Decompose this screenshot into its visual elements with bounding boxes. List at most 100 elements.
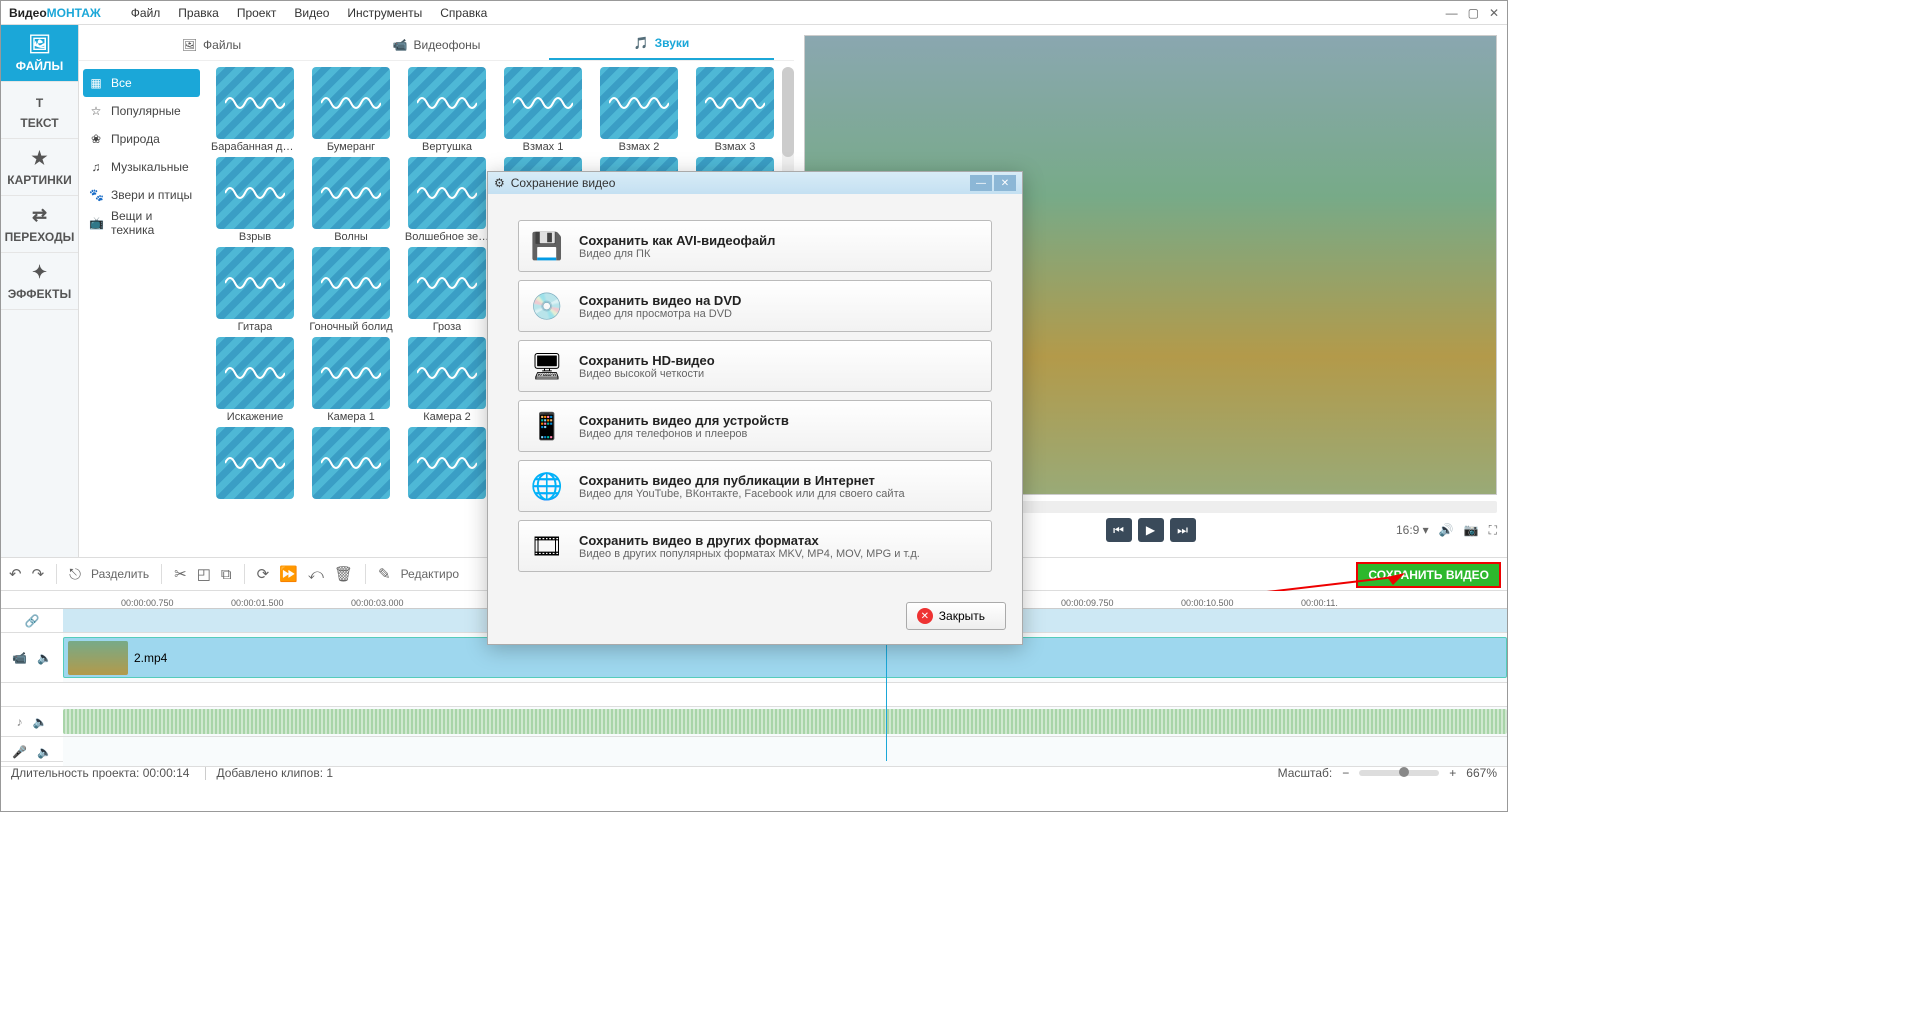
dialog-titlebar[interactable]: ⚙ Сохранение видео — ✕	[488, 172, 1022, 194]
next-button[interactable]: ⏭	[1170, 518, 1196, 542]
menu-help[interactable]: Справка	[440, 6, 487, 20]
sound-item[interactable]: Камера 1	[306, 337, 396, 423]
sound-item[interactable]	[402, 427, 492, 501]
rotate-icon[interactable]: ⟳	[257, 565, 270, 583]
menu-file[interactable]: Файл	[131, 6, 161, 20]
save-option-5[interactable]: 🎞Сохранить видео в других форматахВидео …	[518, 520, 992, 572]
waveform-icon	[216, 427, 294, 499]
sound-item[interactable]: Камера 2	[402, 337, 492, 423]
dialog-close-button[interactable]: ✕ Закрыть	[906, 602, 1006, 630]
menu-edit[interactable]: Правка	[178, 6, 219, 20]
aspect-label[interactable]: 16:9 ▾	[1396, 523, 1429, 537]
category-popular[interactable]: ☆Популярные	[79, 97, 204, 125]
redo-icon[interactable]: ↷	[32, 565, 45, 583]
save-video-button[interactable]: СОХРАНИТЬ ВИДЕО	[1356, 562, 1501, 588]
sound-label: Вертушка	[422, 141, 472, 153]
category-nature[interactable]: ❀Природа	[79, 125, 204, 153]
save-option-icon: 📱	[529, 408, 565, 444]
window-close-icon[interactable]: ✕	[1489, 6, 1499, 20]
sound-item[interactable]: Волшебное зе…	[402, 157, 492, 243]
waveform-icon	[312, 337, 390, 409]
sound-item[interactable]: Вертушка	[402, 67, 492, 153]
dialog-icon: ⚙	[494, 176, 505, 190]
edit-icon[interactable]: ✎	[378, 565, 391, 583]
volume-icon[interactable]: 🔊	[1439, 523, 1454, 537]
sound-item[interactable]: Взмах 2	[594, 67, 684, 153]
sound-item[interactable]: Гроза	[402, 247, 492, 333]
split-icon[interactable]: ⎋	[69, 566, 81, 583]
save-option-title: Сохранить видео на DVD	[579, 293, 741, 308]
undo-icon[interactable]: ↶	[9, 565, 22, 583]
snapshot-icon[interactable]: 📷	[1464, 523, 1479, 537]
cut-icon[interactable]: ✂	[174, 565, 187, 583]
audio-track-2[interactable]: 🎤🔈	[1, 737, 1507, 767]
asset-tab-backgrounds[interactable]: 📹Видеофоны	[324, 38, 549, 60]
dialog-close-icon[interactable]: ✕	[994, 175, 1016, 191]
mute-icon[interactable]: 🔈	[33, 715, 48, 729]
sidebar-item-effects[interactable]: ✦ЭФФЕКТЫ	[1, 253, 78, 310]
sidebar-item-images[interactable]: ★КАРТИНКИ	[1, 139, 78, 196]
sidebar-item-text[interactable]: TТЕКСТ	[1, 82, 78, 139]
category-things[interactable]: 📺Вещи и техника	[79, 209, 204, 237]
sound-label: Взмах 2	[619, 141, 660, 153]
sound-item[interactable]: Волны	[306, 157, 396, 243]
sound-label: Бумеранг	[327, 141, 375, 153]
sidebar-item-transitions[interactable]: ⇄ПЕРЕХОДЫ	[1, 196, 78, 253]
sound-label: Искажение	[227, 411, 283, 423]
zoom-in-icon[interactable]: +	[1449, 766, 1456, 780]
window-maximize-icon[interactable]: ▢	[1468, 6, 1479, 20]
save-option-4[interactable]: 🌐Сохранить видео для публикации в Интерн…	[518, 460, 992, 512]
category-animals[interactable]: 🐾Звери и птицы	[79, 181, 204, 209]
zoom-slider[interactable]	[1359, 770, 1439, 776]
tv-icon: 📺	[89, 216, 103, 230]
window-minimize-icon[interactable]: —	[1446, 6, 1458, 20]
sound-item[interactable]: Гоночный болид	[306, 247, 396, 333]
save-option-0[interactable]: 💾Сохранить как AVI-видеофайлВидео для ПК	[518, 220, 992, 272]
waveform-icon	[408, 157, 486, 229]
sidebar-item-files[interactable]: 🖼ФАЙЛЫ	[1, 25, 78, 82]
copy-icon[interactable]: ⧉	[221, 566, 232, 583]
menu-project[interactable]: Проект	[237, 6, 277, 20]
sound-item[interactable]: Барабанная др…	[210, 67, 300, 153]
asset-tab-sounds[interactable]: 🎵Звуки	[549, 36, 774, 60]
save-option-2[interactable]: 🖥Сохранить HD-видеоВидео высокой четкост…	[518, 340, 992, 392]
asset-tab-files[interactable]: 🖼Файлы	[99, 38, 324, 60]
save-option-3[interactable]: 📱Сохранить видео для устройствВидео для …	[518, 400, 992, 452]
crop-icon[interactable]: ◰	[197, 565, 211, 583]
zoom-value: 667%	[1466, 766, 1497, 780]
edit-button[interactable]: Редактиро	[401, 567, 460, 581]
sound-item[interactable]: Искажение	[210, 337, 300, 423]
save-option-1[interactable]: 💿Сохранить видео на DVDВидео для просмот…	[518, 280, 992, 332]
menu-video[interactable]: Видео	[294, 6, 329, 20]
speed-icon[interactable]: ⏩	[279, 565, 298, 583]
audio-track-1[interactable]: ♪🔈	[1, 707, 1507, 737]
sound-item[interactable]: Бумеранг	[306, 67, 396, 153]
sound-item[interactable]: Гитара	[210, 247, 300, 333]
split-button[interactable]: Разделить	[91, 567, 149, 581]
wand-icon: ✦	[32, 262, 47, 283]
category-music[interactable]: ♫Музыкальные	[79, 153, 204, 181]
category-all[interactable]: ▦Все	[83, 69, 200, 97]
mute-icon[interactable]: 🔈	[37, 745, 52, 759]
overlay-track[interactable]	[1, 683, 1507, 707]
audio-clip[interactable]	[63, 709, 1507, 734]
fullscreen-icon[interactable]: ⛶	[1489, 523, 1497, 538]
zoom-out-icon[interactable]: −	[1342, 766, 1349, 780]
sound-item[interactable]: Взмах 3	[690, 67, 780, 153]
mute-icon[interactable]: 🔈	[37, 651, 52, 665]
sound-item[interactable]: Взмах 1	[498, 67, 588, 153]
sound-item[interactable]: Взрыв	[210, 157, 300, 243]
reverse-icon[interactable]: ⤺	[308, 566, 324, 583]
dialog-minimize-icon[interactable]: —	[970, 175, 992, 191]
sound-item[interactable]	[306, 427, 396, 501]
prev-button[interactable]: ⏮	[1106, 518, 1132, 542]
waveform-icon	[312, 157, 390, 229]
sound-item[interactable]	[210, 427, 300, 501]
clip-count: 1	[326, 766, 333, 780]
play-button[interactable]: ▶	[1138, 518, 1164, 542]
delete-icon[interactable]: 🗑	[334, 565, 353, 583]
menu-tools[interactable]: Инструменты	[347, 6, 422, 20]
sound-label: Волшебное зе…	[405, 231, 489, 243]
waveform-icon	[216, 337, 294, 409]
save-option-subtitle: Видео для просмотра на DVD	[579, 308, 741, 320]
